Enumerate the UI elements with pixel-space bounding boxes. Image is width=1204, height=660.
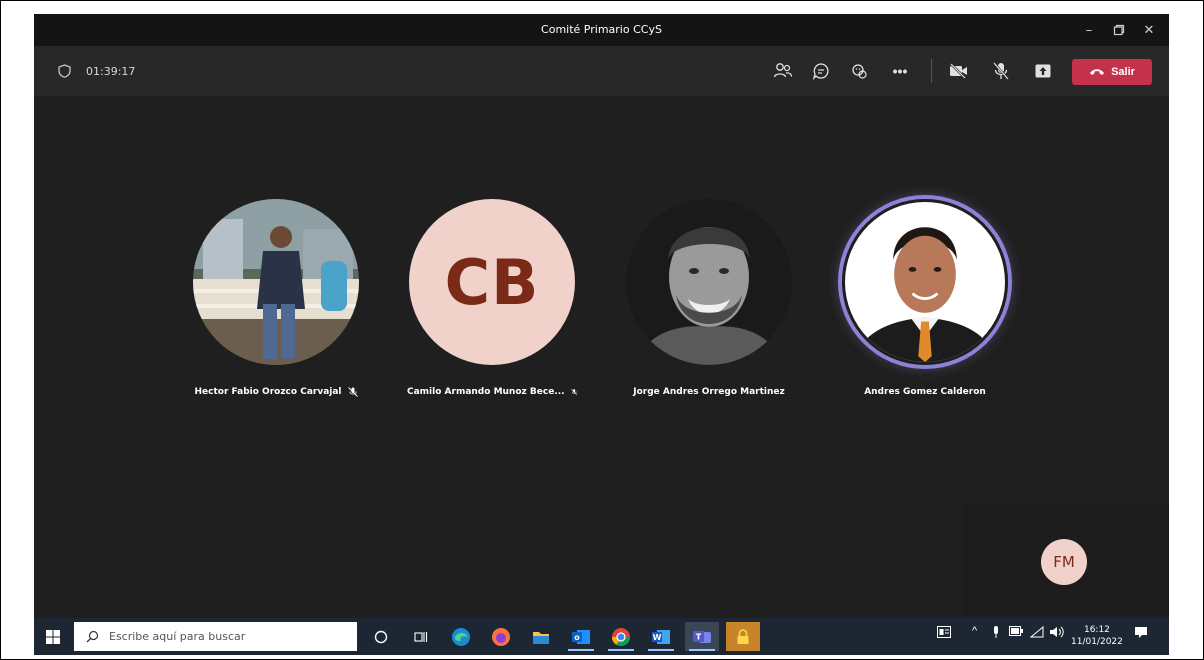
outlook-icon[interactable]: o — [564, 622, 598, 651]
participant-tile[interactable]: Andres Gomez Calderon — [840, 199, 1010, 397]
reactions-icon[interactable] — [847, 59, 871, 83]
word-icon[interactable]: W — [644, 622, 678, 651]
chevron-up-icon[interactable]: ^ — [972, 625, 977, 637]
meeting-toolbar: 01:39:17 ••• Salir — [34, 46, 1169, 96]
title-bar: Comité Primario CCyS – ✕ — [34, 14, 1169, 46]
participant-name: Jorge Andres Orrego Martinez — [633, 387, 785, 397]
chrome-icon[interactable] — [604, 622, 638, 651]
chat-icon[interactable] — [809, 59, 833, 83]
shield-icon — [58, 64, 71, 78]
microphone-tray-icon[interactable] — [992, 626, 1000, 641]
svg-text:T: T — [696, 632, 702, 641]
keyboard-layout-icon[interactable] — [937, 626, 951, 641]
participant-name: Camilo Armando Munoz Bece... — [407, 387, 565, 397]
more-icon[interactable]: ••• — [888, 59, 912, 83]
participant-photo-speaking — [842, 199, 1008, 365]
svg-text:o: o — [574, 633, 580, 642]
participant-name: Andres Gomez Calderon — [864, 387, 986, 397]
wifi-icon[interactable] — [1029, 625, 1044, 641]
clock-time: 16:12 — [1083, 625, 1110, 635]
active-app-indicator — [689, 649, 715, 651]
participant-name-row: Jorge Andres Orrego Martinez — [624, 387, 794, 397]
participant-photo — [193, 199, 359, 365]
lock-app-icon[interactable] — [726, 622, 760, 651]
active-app-indicator — [568, 649, 594, 651]
search-placeholder: Escribe aquí para buscar — [109, 630, 246, 643]
teams-icon[interactable]: T — [685, 622, 719, 651]
mic-off-icon — [347, 387, 358, 397]
close-icon[interactable]: ✕ — [1134, 14, 1164, 46]
participant-photo — [626, 199, 792, 365]
toolbar-divider — [931, 59, 932, 83]
leave-label: Salir — [1111, 66, 1135, 78]
participant-name: Hector Fabio Orozco Carvajal — [194, 387, 342, 397]
active-app-indicator — [608, 649, 634, 651]
notifications-icon[interactable] — [1134, 626, 1148, 642]
edge-icon[interactable] — [444, 622, 478, 651]
window-title: Comité Primario CCyS — [541, 23, 662, 36]
meeting-duration: 01:39:17 — [86, 65, 136, 78]
participants-icon[interactable] — [771, 59, 795, 83]
search-icon — [86, 630, 99, 643]
svg-text:W: W — [653, 633, 662, 642]
restore-icon[interactable] — [1104, 14, 1134, 46]
participant-name-row: Camilo Armando Munoz Bece... — [407, 387, 577, 397]
task-view-icon[interactable] — [404, 622, 438, 651]
firefox-icon[interactable] — [484, 622, 518, 651]
camera-off-icon[interactable] — [947, 59, 971, 83]
participant-initials-avatar: CB — [409, 199, 575, 365]
mic-off-icon[interactable] — [989, 59, 1013, 83]
volume-icon[interactable] — [1049, 626, 1065, 641]
leave-button[interactable]: Salir — [1072, 59, 1152, 85]
taskbar-clock[interactable]: 16:12 11/01/2022 — [1071, 624, 1123, 648]
participant-name-row: Hector Fabio Orozco Carvajal — [191, 387, 361, 397]
active-app-indicator — [648, 649, 674, 651]
file-explorer-icon[interactable] — [524, 622, 558, 651]
participant-tile[interactable]: Jorge Andres Orrego Martinez — [624, 199, 794, 397]
hang-up-icon — [1090, 69, 1105, 75]
teams-meeting-window: Comité Primario CCyS – ✕ 01:39:17 ••• Sa… — [34, 14, 1169, 655]
clock-date: 11/01/2022 — [1071, 637, 1123, 647]
share-icon[interactable] — [1031, 59, 1055, 83]
screenshot-frame: Comité Primario CCyS – ✕ 01:39:17 ••• Sa… — [0, 0, 1204, 660]
participant-tile[interactable]: CB Camilo Armando Munoz Bece... — [407, 199, 577, 397]
cortana-icon[interactable] — [364, 622, 398, 651]
minimize-icon[interactable]: – — [1074, 14, 1104, 46]
participant-tile[interactable]: Hector Fabio Orozco Carvajal — [191, 199, 361, 397]
self-avatar: FM — [1041, 539, 1087, 585]
taskbar-search-box[interactable]: Escribe aquí para buscar — [74, 622, 357, 651]
participant-name-row: Andres Gomez Calderon — [840, 387, 1010, 397]
mic-off-icon — [570, 388, 577, 396]
windows-taskbar: Escribe aquí para buscar o W T ^ 16:12 1… — [34, 618, 1169, 655]
battery-icon[interactable] — [1009, 626, 1023, 639]
windows-start-icon[interactable] — [34, 618, 72, 655]
